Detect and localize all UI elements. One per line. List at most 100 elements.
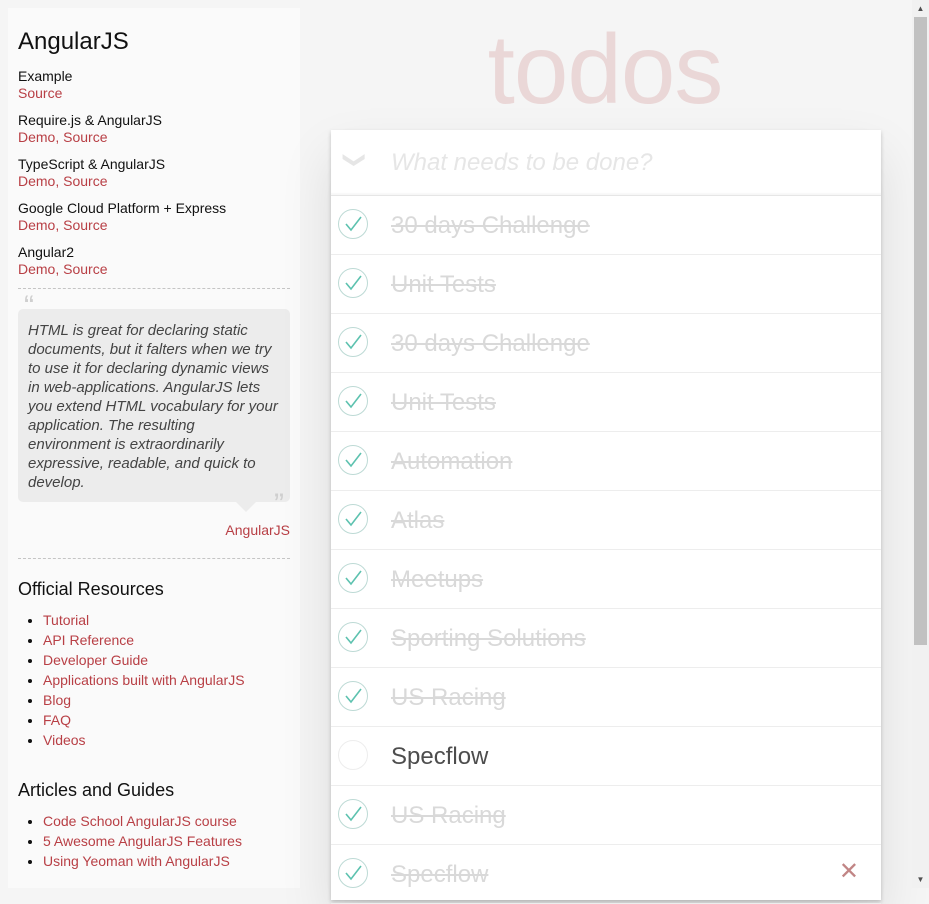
todo-label[interactable]: Sporting Solutions <box>391 625 586 653</box>
quote-tail <box>236 502 256 512</box>
todo-checkbox-checked[interactable] <box>338 445 368 475</box>
divider <box>18 558 290 559</box>
quote-source-link[interactable]: AngularJS <box>225 522 290 538</box>
toggle-all-icon[interactable]: ❯ <box>343 148 368 172</box>
checkmark-icon <box>345 688 362 704</box>
todo-checkbox-checked[interactable] <box>338 209 368 239</box>
todo-checkbox[interactable] <box>338 740 368 770</box>
scroll-down-icon[interactable]: ▼ <box>912 871 929 888</box>
scrollbar[interactable]: ▲ ▼ <box>912 0 929 888</box>
new-todo-input[interactable] <box>391 130 871 195</box>
checkmark-icon <box>345 216 362 232</box>
article-link[interactable]: 5 Awesome AngularJS Features <box>43 833 242 849</box>
official-resources-title: Official Resources <box>18 579 164 599</box>
official-resource-link[interactable]: Videos <box>43 732 86 748</box>
todo-checkbox-checked[interactable] <box>338 563 368 593</box>
todo-label[interactable]: 30 days Challenge <box>391 330 590 358</box>
official-resource-link[interactable]: Blog <box>43 692 71 708</box>
example-name: Google Cloud Platform + Express <box>18 200 227 216</box>
todo-label[interactable]: 30 days Challenge <box>391 212 590 240</box>
examples-list: Example Source Require.js & AngularJS Demo,… <box>18 68 290 278</box>
example-links[interactable]: Demo, Source <box>18 129 107 145</box>
official-resource-item: Blog <box>43 690 290 710</box>
example-item: TypeScript & AngularJS Demo, Source <box>18 156 290 190</box>
todo-label[interactable]: Atlas <box>391 507 444 535</box>
todo-app: ❯ 30 days ChallengeUnit Tests30 days Cha… <box>331 130 881 904</box>
official-resource-item: Videos <box>43 730 290 750</box>
todo-item[interactable]: Specflow ✕ <box>331 845 881 904</box>
todo-checkbox-checked[interactable] <box>338 799 368 829</box>
article-link[interactable]: Code School AngularJS course <box>43 813 237 829</box>
articles-title: Articles and Guides <box>18 780 175 800</box>
todo-checkbox-checked[interactable] <box>338 858 368 888</box>
article-item: 5 Awesome AngularJS Features <box>43 831 290 851</box>
official-resource-item: FAQ <box>43 710 290 730</box>
articles-list: Code School AngularJS course 5 Awesome An… <box>18 811 290 871</box>
example-name: Angular2 <box>18 244 75 260</box>
todo-label[interactable]: Specflow <box>391 743 488 771</box>
todo-checkbox-checked[interactable] <box>338 681 368 711</box>
checkmark-icon <box>345 334 362 350</box>
todo-label[interactable]: US Racing <box>391 802 506 830</box>
todo-item[interactable]: 30 days Challenge <box>331 196 881 255</box>
divider <box>18 288 290 289</box>
example-item: Example Source <box>18 68 290 102</box>
todo-list: 30 days Challenge Unit Tests 30 days Chall… <box>331 196 881 904</box>
example-item: Google Cloud Platform + Express Demo, Sou… <box>18 200 290 234</box>
checkmark-icon <box>345 275 362 291</box>
checkmark-icon <box>345 511 362 527</box>
todo-item[interactable]: Unit Tests <box>331 373 881 432</box>
open-quote-mark: “ <box>24 290 34 323</box>
todo-checkbox-checked[interactable] <box>338 622 368 652</box>
todo-label[interactable]: Meetups <box>391 566 483 594</box>
checkmark-icon <box>345 865 362 881</box>
checkmark-icon <box>345 452 362 468</box>
checkmark-icon <box>345 806 362 822</box>
official-resource-link[interactable]: Developer Guide <box>43 652 148 668</box>
todo-header: ❯ <box>331 130 881 196</box>
todo-item[interactable]: US Racing <box>331 786 881 845</box>
todo-item[interactable]: 30 days Challenge <box>331 314 881 373</box>
example-name: Require.js & AngularJS <box>18 112 162 128</box>
todo-item[interactable]: Specflow <box>331 727 881 786</box>
todo-checkbox-checked[interactable] <box>338 327 368 357</box>
delete-icon[interactable]: ✕ <box>839 860 859 884</box>
todo-label[interactable]: Unit Tests <box>391 271 496 299</box>
sidebar: AngularJS Example Source Require.js & Angu… <box>8 8 300 888</box>
article-item: Code School AngularJS course <box>43 811 290 831</box>
todo-label[interactable]: Specflow <box>391 861 488 889</box>
example-links[interactable]: Demo, Source <box>18 173 107 189</box>
todo-checkbox-checked[interactable] <box>338 504 368 534</box>
todo-checkbox-checked[interactable] <box>338 268 368 298</box>
todo-label[interactable]: Automation <box>391 448 512 476</box>
todo-label[interactable]: Unit Tests <box>391 389 496 417</box>
official-resource-item: API Reference <box>43 630 290 650</box>
todo-item[interactable]: Atlas <box>331 491 881 550</box>
todo-item[interactable]: Sporting Solutions <box>331 609 881 668</box>
todo-item[interactable]: Unit Tests <box>331 255 881 314</box>
scroll-up-icon[interactable]: ▲ <box>912 0 929 17</box>
example-item: Require.js & AngularJS Demo, Source <box>18 112 290 146</box>
todo-item[interactable]: US Racing <box>331 668 881 727</box>
article-link[interactable]: Using Yeoman with AngularJS <box>43 853 230 869</box>
official-resource-item: Applications built with AngularJS <box>43 670 290 690</box>
official-resource-item: Tutorial <box>43 610 290 630</box>
todo-label[interactable]: US Racing <box>391 684 506 712</box>
checkmark-icon <box>345 629 362 645</box>
checkmark-icon <box>345 393 362 409</box>
quote-block: “ HTML is great for declaring static doc… <box>18 292 290 520</box>
official-resource-link[interactable]: API Reference <box>43 632 134 648</box>
sidebar-title: AngularJS <box>18 28 129 55</box>
close-quote-mark: ” <box>274 488 284 521</box>
scroll-thumb[interactable] <box>914 17 927 645</box>
todo-checkbox-checked[interactable] <box>338 386 368 416</box>
official-resource-link[interactable]: Tutorial <box>43 612 89 628</box>
todo-item[interactable]: Meetups <box>331 550 881 609</box>
example-links[interactable]: Source <box>18 85 62 101</box>
example-links[interactable]: Demo, Source <box>18 217 107 233</box>
official-resource-link[interactable]: FAQ <box>43 712 71 728</box>
todo-item[interactable]: Automation <box>331 432 881 491</box>
example-links[interactable]: Demo, Source <box>18 261 107 277</box>
quote-footer: AngularJS <box>18 522 290 538</box>
official-resource-link[interactable]: Applications built with AngularJS <box>43 672 245 688</box>
